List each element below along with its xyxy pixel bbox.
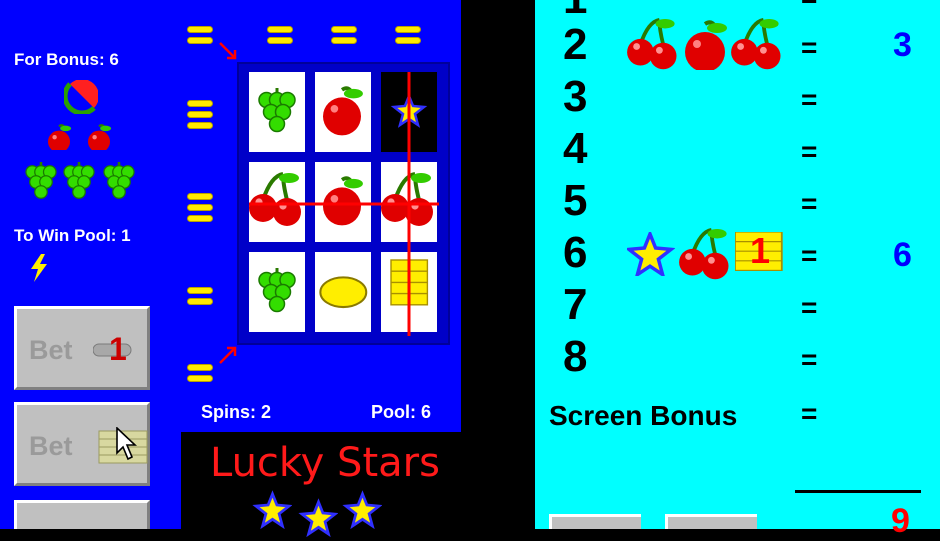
bet-max-label: Bet [29,431,73,461]
diagonal-arrow-icon [219,346,237,364]
reel-window [237,62,450,345]
for-bonus-label: For Bonus: 6 [14,50,119,69]
star-icon [254,492,291,528]
payline-marker [187,364,213,386]
star-icon [344,492,381,528]
bottom-button[interactable] [665,514,757,529]
pay-row-equals: = [801,84,818,115]
star-icon [300,500,337,536]
payline-marker [187,100,213,129]
bet-one-label: Bet [29,335,73,365]
bet-one-button[interactable]: Bet 1 [14,306,150,390]
screen-bonus-label: Screen Bonus [549,400,738,431]
payline-marker [331,26,357,48]
apple-icon [86,124,112,150]
payline-marker [187,193,213,222]
slot-machine-panel: Spins: 2 Pool: 6 [181,0,461,432]
cherries-icon [627,17,679,70]
star-icon [627,232,673,276]
cherries-icon [731,17,783,70]
pay-row-number: 7 [563,280,588,329]
pay-row-number: 3 [563,72,588,121]
pay-row-number: 4 [563,124,588,173]
pay-row-equals: = [801,344,818,375]
pay-row-equals: = [801,136,818,167]
lightning-icon [31,254,47,282]
pay-row-equals: = [801,398,818,429]
grapes-icon [102,160,136,200]
pay-row-equals: = [801,32,818,63]
total-payout: 9 [891,502,910,540]
pay-row-number: 2 [563,20,588,69]
apple-icon [46,124,72,150]
payline-marker [187,287,213,309]
diagonal-arrow-icon [219,42,237,60]
pay-row-number: 8 [563,332,588,381]
pay-row-payout: 3 [893,26,912,64]
pay-table-panel: 1 = 2 = 3 3 = 4 = 5 = 6 1 = 6 7 = 8 = Sc… [535,0,940,540]
apple-icon [683,20,729,70]
payline-marker [187,26,213,48]
pay-row-payout: 6 [893,236,912,274]
active-payline [249,72,439,336]
bonus-info-panel: For Bonus: 6 To Win Pool: 1 Bet 1 Bet [0,0,181,529]
bottom-button[interactable] [549,514,641,529]
title-area: Lucky Stars [184,432,464,536]
payline-marker [267,26,293,48]
bar-icon: 1 [735,230,783,272]
bar-symbol-value: 1 [750,230,771,271]
pay-row-number: 6 [563,228,588,277]
pay-row-equals: = [801,0,817,14]
game-title: Lucky Stars [210,440,440,486]
payline-marker [395,26,421,48]
total-divider [795,490,921,493]
mouse-cursor-icon [116,427,138,461]
bet-max-button[interactable]: Bet [14,402,150,486]
pay-row-equals: = [801,188,818,219]
pool-counter: Pool: 6 [371,402,432,422]
grapes-icon [62,160,96,200]
grapes-icon [24,160,58,200]
pay-row-equals: = [801,240,818,271]
pay-row-number: 5 [563,176,588,225]
to-win-pool-label: To Win Pool: 1 [14,226,131,245]
watermelon-icon [64,80,98,114]
pay-row-equals: = [801,292,818,323]
bet-one-value: 1 [109,331,127,367]
cherries-icon [679,227,731,280]
spins-counter: Spins: 2 [201,402,272,422]
extra-button[interactable] [14,500,150,529]
